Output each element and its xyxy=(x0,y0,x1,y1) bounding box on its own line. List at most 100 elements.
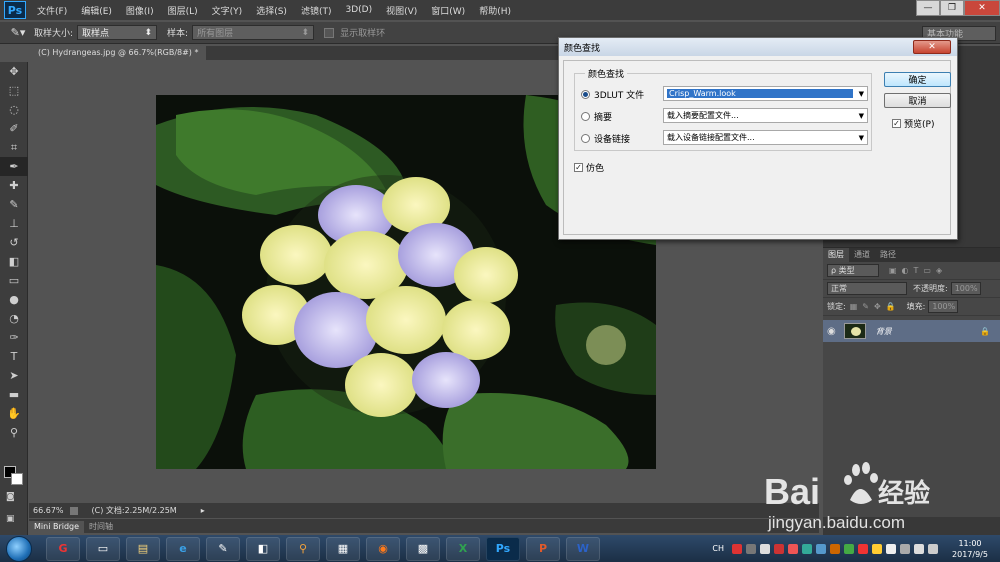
dialog-title-bar[interactable]: 颜色查找 xyxy=(559,38,957,56)
filter-icons[interactable]: ▣◐T▭◈ xyxy=(889,266,947,275)
tray-icon[interactable] xyxy=(760,543,770,554)
gradient-tool-icon[interactable]: ▭ xyxy=(0,271,28,290)
taskbar-clock[interactable]: 11:00 2017/9/5 xyxy=(940,538,1000,560)
ie-browser-icon[interactable]: e xyxy=(166,536,200,561)
menu-file[interactable]: 文件(F) xyxy=(30,4,74,17)
window-app-icon[interactable]: ◧ xyxy=(246,536,280,561)
screen-mode-icon[interactable]: ▣ xyxy=(6,514,15,524)
zoom-tool-icon[interactable]: ⚲ xyxy=(0,423,28,442)
blur-tool-icon[interactable]: ● xyxy=(0,290,28,309)
layer-name[interactable]: 背景 xyxy=(876,326,892,337)
dither-checkbox[interactable]: ✓ xyxy=(574,163,583,172)
tray-icon[interactable] xyxy=(802,543,812,554)
app-icon-monitor[interactable]: ▭ xyxy=(86,536,120,561)
crop-tool-icon[interactable]: ⌗ xyxy=(0,138,28,157)
tray-icon[interactable] xyxy=(886,543,896,554)
tab-timeline[interactable]: 时间轴 xyxy=(84,521,118,533)
tab-paths[interactable]: 路径 xyxy=(875,248,901,262)
radio-abstract[interactable] xyxy=(581,112,590,121)
cancel-button[interactable]: 取消 xyxy=(884,93,951,108)
quick-mask-icon[interactable]: ◙ xyxy=(6,492,15,502)
tray-icon[interactable] xyxy=(858,543,868,554)
eye-icon[interactable]: ◉ xyxy=(827,326,836,337)
eyedropper-icon[interactable]: ✎▾ xyxy=(8,26,28,39)
zoom-level[interactable]: 66.67% xyxy=(33,506,64,515)
menu-edit[interactable]: 编辑(E) xyxy=(74,4,119,17)
tab-channels[interactable]: 通道 xyxy=(849,248,875,262)
dialog-close-button[interactable]: ✕ xyxy=(913,40,951,54)
select-abstract[interactable]: 载入摘要配置文件... ▼ xyxy=(663,108,868,123)
tray-icon[interactable] xyxy=(900,543,910,554)
word-icon[interactable]: W xyxy=(566,536,600,561)
path-select-tool-icon[interactable]: ➤ xyxy=(0,366,28,385)
status-arrow-icon[interactable]: ▸ xyxy=(201,506,205,515)
healing-brush-tool-icon[interactable]: ✚ xyxy=(0,176,28,195)
minimize-button[interactable]: — xyxy=(916,0,940,16)
tray-icon[interactable] xyxy=(844,543,854,554)
app-icon-red[interactable]: G xyxy=(46,536,80,561)
tray-icon[interactable] xyxy=(830,543,840,554)
marquee-tool-icon[interactable]: ⬚ xyxy=(0,81,28,100)
show-ring-checkbox[interactable] xyxy=(324,27,335,38)
tray-icon[interactable] xyxy=(732,543,742,554)
sample-size-select[interactable]: 取样点 ⬍ xyxy=(77,25,158,40)
pen-tool-icon[interactable]: ✑ xyxy=(0,328,28,347)
menu-window[interactable]: 窗口(W) xyxy=(424,4,472,17)
rectangle-tool-icon[interactable]: ▬ xyxy=(0,385,28,404)
start-button[interactable] xyxy=(6,535,32,562)
blend-mode-select[interactable]: 正常 xyxy=(827,282,907,295)
tray-icon[interactable] xyxy=(788,543,798,554)
menu-3d[interactable]: 3D(D) xyxy=(338,5,379,15)
menu-view[interactable]: 视图(V) xyxy=(379,4,424,17)
status-menu-icon[interactable] xyxy=(69,506,78,515)
layer-row-background[interactable]: ◉ 背景 🔒 xyxy=(823,320,1000,342)
document-tab[interactable]: (C) Hydrangeas.jpg @ 66.7%(RGB/8#) * × xyxy=(30,46,206,71)
opacity-input[interactable]: 100% xyxy=(950,282,981,295)
restore-button[interactable]: ❐ xyxy=(940,0,964,16)
layer-filter-select[interactable]: ρ 类型 xyxy=(827,264,879,277)
close-button[interactable]: ✕ xyxy=(964,0,1000,16)
brush-tool-icon[interactable]: ✎ xyxy=(0,195,28,214)
select-3dlut-file[interactable]: Crisp_Warm.look ▼ xyxy=(663,86,868,101)
lasso-tool-icon[interactable]: ◌ xyxy=(0,100,28,119)
dodge-tool-icon[interactable]: ◔ xyxy=(0,309,28,328)
move-tool-icon[interactable]: ✥ xyxy=(0,62,28,81)
eyedropper-tool-icon[interactable]: ✒ xyxy=(0,157,28,176)
menu-type[interactable]: 文字(Y) xyxy=(205,4,250,17)
type-tool-icon[interactable]: T xyxy=(0,347,28,366)
menu-help[interactable]: 帮助(H) xyxy=(472,4,518,17)
photoshop-task-icon[interactable]: Ps xyxy=(486,536,520,561)
tab-mini-bridge[interactable]: Mini Bridge xyxy=(29,521,85,533)
clone-stamp-tool-icon[interactable]: ⊥ xyxy=(0,214,28,233)
preview-checkbox[interactable]: ✓ xyxy=(892,119,901,128)
firefox-icon[interactable]: ◉ xyxy=(366,536,400,561)
lock-icons[interactable]: ▦✎✥🔒 xyxy=(850,302,901,311)
radio-3dlut[interactable] xyxy=(581,90,590,99)
network-icon[interactable] xyxy=(914,543,924,554)
tab-layers[interactable]: 图层 xyxy=(823,248,849,262)
search-app-icon[interactable]: ⚲ xyxy=(286,536,320,561)
tray-icon[interactable] xyxy=(816,543,826,554)
menu-filter[interactable]: 滤镜(T) xyxy=(294,4,339,17)
file-explorer-icon[interactable]: ▤ xyxy=(126,536,160,561)
history-brush-tool-icon[interactable]: ↺ xyxy=(0,233,28,252)
select-device-link[interactable]: 载入设备链接配置文件... ▼ xyxy=(663,130,868,145)
quick-select-tool-icon[interactable]: ✐ xyxy=(0,119,28,138)
sample-select[interactable]: 所有图层 ⬍ xyxy=(192,25,315,40)
language-indicator[interactable]: CH xyxy=(712,544,724,553)
app-icon-blocks[interactable]: ▩ xyxy=(406,536,440,561)
paint-icon[interactable]: ✎ xyxy=(206,536,240,561)
menu-select[interactable]: 选择(S) xyxy=(249,4,294,17)
ok-button[interactable]: 确定 xyxy=(884,72,951,87)
hand-tool-icon[interactable]: ✋ xyxy=(0,404,28,423)
radio-device-link[interactable] xyxy=(581,134,590,143)
background-color-swatch[interactable] xyxy=(11,473,23,485)
tray-icon[interactable] xyxy=(774,543,784,554)
menu-layer[interactable]: 图层(L) xyxy=(161,4,205,17)
calculator-icon[interactable]: ▦ xyxy=(326,536,360,561)
tray-icon[interactable] xyxy=(872,543,882,554)
menu-image[interactable]: 图像(I) xyxy=(119,4,161,17)
volume-icon[interactable] xyxy=(928,543,938,554)
fill-input[interactable]: 100% xyxy=(928,300,959,313)
eraser-tool-icon[interactable]: ◧ xyxy=(0,252,28,271)
